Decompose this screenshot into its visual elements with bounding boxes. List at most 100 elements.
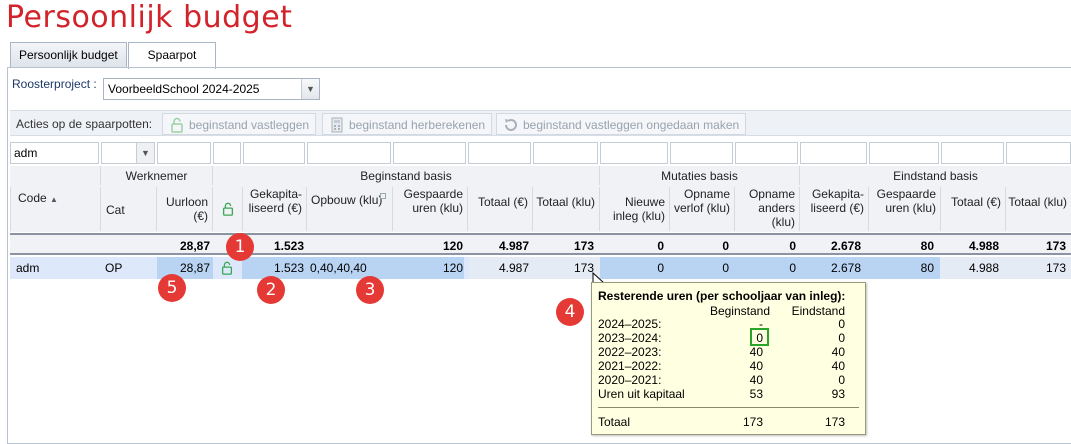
beginstand-ongedaan-button[interactable]: beginstand vastleggen ongedaan maken bbox=[496, 113, 747, 135]
column-anders-label: Opname anders (klu) bbox=[748, 187, 795, 229]
nieuwe-filter-input[interactable] bbox=[600, 142, 668, 164]
column-header-e-totaal-eur[interactable]: Totaal (€) bbox=[940, 187, 1005, 231]
tooltip-row-eind: 40 bbox=[831, 359, 845, 373]
totaal-klu-filter-input[interactable] bbox=[533, 142, 598, 164]
lock-filter-input[interactable] bbox=[213, 142, 241, 164]
gespaard-filter-input[interactable] bbox=[393, 142, 466, 164]
column-nieuwe-label: Nieuwe inleg (klu) bbox=[612, 195, 665, 223]
row-nieuwe: 0 bbox=[657, 261, 664, 275]
column-header-e-gekap[interactable]: Gekapita-liseerd (€) bbox=[799, 187, 868, 231]
column-header-e-totaal-klu[interactable]: Totaal (klu) bbox=[1005, 187, 1071, 231]
tooltip-total-label: Totaal bbox=[598, 415, 631, 429]
e-totaal-klu-filter-input[interactable] bbox=[1006, 142, 1071, 164]
column-header-opbouw[interactable]: Opbouw (klu) bbox=[306, 187, 392, 231]
row-e-gespaard: 80 bbox=[920, 261, 934, 275]
chevron-down-icon[interactable]: ▼ bbox=[301, 79, 319, 99]
anders-filter-input[interactable] bbox=[735, 142, 798, 164]
column-header-code[interactable]: Code ▲ bbox=[10, 187, 100, 231]
tab-persoonlijk-budget[interactable]: Persoonlijk budget bbox=[10, 42, 127, 68]
column-header-gekap[interactable]: Gekapita-liseerd (€) bbox=[242, 187, 306, 231]
summary-row: 28,87 1.523 120 4.987 173 0 0 0 2.678 80… bbox=[10, 233, 1071, 255]
tab-spaarpot[interactable]: Spaarpot bbox=[128, 42, 216, 69]
column-header-uurloon[interactable]: Uurloon (€) bbox=[156, 187, 212, 231]
row-e-totaal-klu: 173 bbox=[1045, 261, 1066, 275]
group-eindstand-label: Eindstand basis bbox=[893, 169, 978, 183]
code-filter-value: adm bbox=[14, 146, 38, 160]
column-e-gekap-label: Gekapita-liseerd (€) bbox=[810, 187, 864, 215]
e-gekap-filter-input[interactable] bbox=[800, 142, 867, 164]
column-header-totaal-klu[interactable]: Totaal (klu) bbox=[532, 187, 599, 231]
marker-2: 2 bbox=[257, 276, 285, 304]
lock-icon bbox=[222, 202, 234, 216]
summary-gekap: 1.523 bbox=[273, 239, 304, 253]
marker-1: 1 bbox=[226, 233, 254, 261]
page-title: Persoonlijk budget bbox=[6, 0, 293, 35]
tooltip-row-label: 2020–2021: bbox=[598, 373, 662, 387]
tooltip-row-eind: 0 bbox=[838, 317, 845, 331]
row-totaal-klu: 173 bbox=[573, 261, 594, 275]
tooltip-row-begin: 40 bbox=[749, 373, 763, 387]
verlof-filter-input[interactable] bbox=[670, 142, 733, 164]
summary-verlof: 0 bbox=[722, 239, 729, 253]
column-header-totaal-eur[interactable]: Totaal (€) bbox=[467, 187, 532, 231]
column-header-cat[interactable]: Cat bbox=[100, 187, 156, 231]
beginstand-herberekenen-button[interactable]: beginstand herberekenen bbox=[322, 113, 493, 135]
row-opbouw: 0,40,40,40 bbox=[310, 261, 367, 275]
beginstand-vastleggen-button[interactable]: beginstand vastleggen bbox=[162, 113, 317, 135]
opbouw-filter-input[interactable] bbox=[307, 142, 391, 164]
column-uurloon-label: Uurloon (€) bbox=[165, 195, 208, 223]
group-beginstand: Beginstand basis bbox=[212, 166, 599, 185]
summary-uurloon: 28,87 bbox=[179, 239, 210, 253]
tooltip-row-label: 2024–2025: bbox=[598, 317, 662, 331]
gekap-filter-input[interactable] bbox=[243, 142, 305, 164]
cat-filter-select[interactable]: ▼ bbox=[101, 142, 155, 164]
tooltip-row-begin: 40 bbox=[749, 345, 763, 359]
chevron-down-icon[interactable]: ▼ bbox=[136, 143, 154, 163]
row-gekap: 1.523 bbox=[273, 261, 304, 275]
totaal-eur-filter-input[interactable] bbox=[468, 142, 531, 164]
tooltip-row-eind: 0 bbox=[838, 331, 845, 345]
column-totaal-klu-label: Totaal (klu) bbox=[536, 195, 595, 209]
summary-e-gekap: 2.678 bbox=[830, 239, 861, 253]
marker-4: 4 bbox=[556, 298, 584, 326]
summary-totaal-klu: 173 bbox=[573, 239, 594, 253]
actions-label: Acties op de spaarpotten: bbox=[16, 117, 153, 131]
column-header-nieuwe[interactable]: Nieuwe inleg (klu) bbox=[599, 187, 669, 231]
column-menu-icon[interactable] bbox=[380, 193, 386, 199]
column-cat-label: Cat bbox=[106, 203, 125, 217]
column-header-gespaard[interactable]: Gespaarde uren (klu) bbox=[392, 187, 467, 231]
tooltip-row-begin: 40 bbox=[749, 359, 763, 373]
tooltip-col-beginstand: Beginstand bbox=[709, 304, 770, 318]
lock-icon[interactable] bbox=[220, 260, 234, 276]
tooltip-row-label: 2023–2024: bbox=[598, 331, 662, 345]
group-eindstand: Eindstand basis bbox=[799, 166, 1071, 185]
tooltip-divider bbox=[598, 407, 859, 408]
column-gekap-label: Gekapita-liseerd (€) bbox=[248, 187, 302, 215]
column-code-label: Code bbox=[18, 191, 47, 205]
row-code: adm bbox=[16, 261, 40, 275]
uurloon-filter-input[interactable] bbox=[157, 142, 211, 164]
summary-anders: 0 bbox=[789, 239, 796, 253]
column-header-e-gespaard[interactable]: Gespaarde uren (klu) bbox=[868, 187, 940, 231]
group-mutaties-label: Mutaties basis bbox=[661, 169, 738, 183]
code-filter-input[interactable]: adm bbox=[10, 142, 99, 164]
sort-asc-icon[interactable]: ▲ bbox=[50, 195, 58, 204]
remaining-hours-tooltip: Resterende uren (per schooljaar van inle… bbox=[591, 282, 866, 435]
row-gespaard: 120 bbox=[442, 261, 463, 275]
tooltip-col-eindstand: Eindstand bbox=[791, 304, 845, 318]
column-e-totaal-klu-label: Totaal (klu) bbox=[1008, 195, 1067, 209]
row-uurloon: 28,87 bbox=[179, 261, 210, 275]
column-header-anders[interactable]: Opname anders (klu) bbox=[734, 187, 799, 231]
project-select[interactable]: VoorbeeldSchool 2024-2025 ▼ bbox=[103, 78, 320, 100]
column-verlof-label: Opname verlof (klu) bbox=[673, 187, 730, 215]
row-verlof: 0 bbox=[722, 261, 729, 275]
e-totaal-eur-filter-input[interactable] bbox=[941, 142, 1004, 164]
column-header-lock[interactable] bbox=[212, 187, 242, 231]
row-totaal-eur: 4.987 bbox=[498, 261, 529, 275]
summary-nieuwe: 0 bbox=[657, 239, 664, 253]
group-werknemer: Werknemer bbox=[100, 166, 212, 185]
column-header-verlof[interactable]: Opname verlof (klu) bbox=[669, 187, 734, 231]
e-gespaard-filter-input[interactable] bbox=[869, 142, 939, 164]
project-select-value: VoorbeeldSchool 2024-2025 bbox=[108, 82, 260, 96]
column-e-totaal-eur-label: Totaal (€) bbox=[950, 195, 1001, 209]
